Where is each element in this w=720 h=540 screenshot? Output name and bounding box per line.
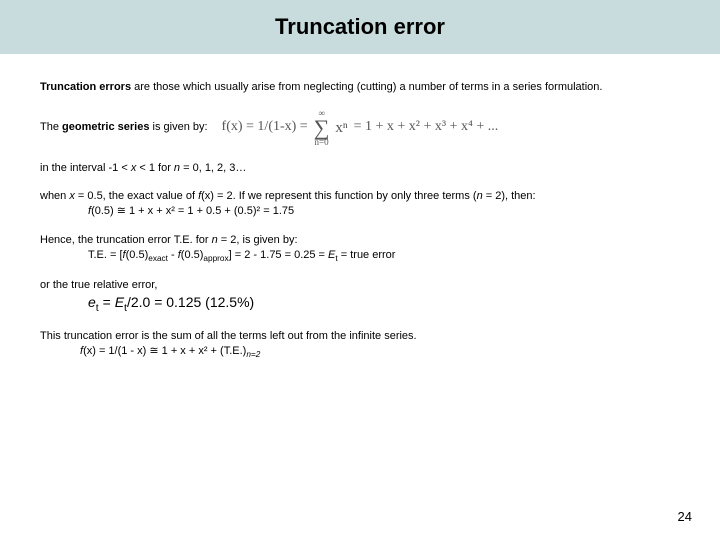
summary-block: This truncation error is the sum of all …: [40, 329, 680, 360]
page-number: 24: [678, 509, 692, 524]
text: (0.5) ≅ 1 + x + x² = 1 + 0.5 + (0.5)² = …: [91, 205, 294, 217]
text: /2.0 = 0.125 (12.5%): [127, 294, 254, 310]
text: (x) = 1/(1 - x) ≅ 1 + x + x² + (T.E.): [83, 345, 246, 357]
example-equation: f(0.5) ≅ 1 + x + x² = 1 + 0.5 + (0.5)² =…: [40, 205, 294, 217]
text: in the interval -1 <: [40, 162, 131, 174]
text: = 2, is given by:: [218, 234, 298, 246]
text: ] = 2 - 1.75 = 0.25 =: [229, 249, 328, 261]
text: The: [40, 121, 62, 133]
sub-exact: exact: [148, 254, 168, 263]
text: (0.5): [126, 249, 149, 261]
relative-error-block: or the true relative error, et = Et/2.0 …: [40, 278, 680, 315]
page-title: Truncation error: [0, 14, 720, 40]
text: = true error: [338, 249, 396, 261]
text: T.E. = [: [88, 249, 123, 261]
text: when: [40, 190, 69, 202]
interval-line: in the interval -1 < x < 1 for n = 0, 1,…: [40, 161, 680, 176]
text: This truncation error is the sum of all …: [40, 330, 417, 342]
example-block: when x = 0.5, the exact value of f(x) = …: [40, 189, 680, 219]
term-truncation-errors: Truncation errors: [40, 81, 131, 93]
var-e-small: e: [88, 294, 96, 310]
truncation-equation: T.E. = [f(0.5)exact - f(0.5)approx] = 2 …: [40, 249, 395, 261]
text: < 1 for: [136, 162, 174, 174]
text: =: [99, 294, 115, 310]
text: = 0, 1, 2, 3…: [180, 162, 246, 174]
formula-lhs: f(x) = 1/(1-x) =: [222, 118, 308, 137]
geometric-label: The geometric series is given by:: [40, 120, 208, 135]
text: is given by:: [149, 121, 207, 133]
formula-rhs: = 1 + x + x² + x³ + x⁴ + ...: [354, 118, 499, 137]
text: (0.5): [181, 249, 204, 261]
text: or the true relative error,: [40, 279, 157, 291]
sigma-bottom: n=0: [315, 138, 329, 147]
slide-content: Truncation errors are those which usuall…: [0, 54, 720, 360]
hence-block: Hence, the truncation error T.E. for n =…: [40, 233, 680, 264]
var-e: E: [115, 294, 124, 310]
relative-error-equation: et = Et/2.0 = 0.125 (12.5%): [40, 294, 254, 310]
sub-approx: approx: [203, 254, 228, 263]
sub-n2: n=2: [246, 350, 260, 359]
text: -: [168, 249, 178, 261]
geometric-series-row: The geometric series is given by: f(x) =…: [40, 109, 680, 147]
title-bar: Truncation error: [0, 0, 720, 54]
term-geometric-series: geometric series: [62, 121, 149, 133]
intro-text: are those which usually arise from negle…: [131, 81, 602, 93]
text: (x) = 2. If we represent this function b…: [201, 190, 476, 202]
geometric-formula: f(x) = 1/(1-x) = ∞ ∑ n=0 xⁿ = 1 + x + x²…: [222, 109, 499, 147]
formula-xn: xⁿ: [335, 118, 347, 138]
sigma: ∞ ∑ n=0: [314, 109, 330, 147]
text: Hence, the truncation error T.E. for: [40, 234, 212, 246]
text: = 2), then:: [483, 190, 536, 202]
intro-paragraph: Truncation errors are those which usuall…: [40, 80, 680, 95]
summary-equation: f(x) = 1/(1 - x) ≅ 1 + x + x² + (T.E.)n=…: [40, 345, 260, 357]
text: = 0.5, the exact value of: [75, 190, 198, 202]
sigma-symbol: ∑: [314, 118, 330, 138]
